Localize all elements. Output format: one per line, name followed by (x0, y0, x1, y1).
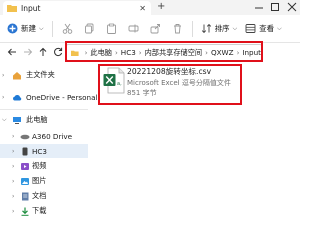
sidebar-item-videos[interactable]: › 视频 (0, 159, 88, 173)
maximize-icon[interactable] (270, 2, 280, 12)
tab-title: Input (21, 3, 41, 13)
drive-icon (20, 134, 30, 139)
sidebar-item-label: 主文件夹 (26, 70, 55, 79)
documents-icon (22, 192, 29, 200)
address-row: › 此电脑 › HC3 › 内部共享存储空间 › QXWZ › Input (0, 43, 300, 63)
sidebar-item-label: 图片 (32, 176, 47, 185)
forward-icon[interactable] (23, 47, 33, 57)
sidebar-item-home[interactable]: › 主文件夹 (0, 68, 88, 82)
share-icon[interactable] (150, 23, 161, 34)
chevron-right-icon: › (236, 48, 240, 57)
chevron-right-icon: › (12, 147, 15, 155)
sidebar-item-label: 下载 (32, 206, 47, 215)
chevron-right-icon: › (2, 93, 5, 101)
copy-icon[interactable] (84, 23, 95, 34)
new-label: 新建 (21, 24, 36, 33)
breadcrumb-input[interactable]: Input (242, 48, 261, 57)
downloads-icon (21, 207, 29, 216)
pictures-icon (21, 177, 29, 185)
chevron-right-icon: › (205, 48, 208, 57)
add-icon (7, 23, 18, 34)
chevron-right-icon: › (84, 48, 88, 57)
title-bar: Input ✕ + (0, 0, 300, 15)
navigation-pane: › 主文件夹 › OneDrive - Personal ⌵ 此电脑 › A36… (0, 63, 98, 245)
minimize-icon[interactable] (254, 2, 264, 12)
computer-icon (13, 116, 21, 124)
tab-close-icon[interactable]: ✕ (139, 4, 146, 13)
file-type: Microsoft Excel 逗号分隔值文件 (127, 79, 231, 87)
up-icon[interactable] (38, 47, 48, 57)
chevron-right-icon: › (12, 192, 15, 200)
command-bar: 新建 ⌵ 排序 ⌵ 查看 ⌵ (0, 15, 300, 43)
sort-button[interactable]: 排序 ⌵ (201, 19, 238, 39)
chevron-down-icon: ⌵ (232, 24, 238, 32)
chevron-right-icon: › (114, 48, 118, 57)
svg-text:a,: a, (117, 81, 122, 87)
file-name: 20221208旋转坐标.csv (127, 67, 212, 76)
sidebar-item-hc3[interactable]: › HC3 (0, 144, 88, 158)
phone-icon (22, 147, 28, 155)
chevron-down-icon: ⌵ (277, 24, 282, 32)
sidebar-item-label: 此电脑 (26, 115, 48, 124)
tab-input[interactable]: Input ✕ (3, 1, 151, 15)
chevron-down-icon: ⌵ (39, 24, 44, 32)
folder-icon (71, 50, 79, 56)
delete-icon[interactable] (172, 23, 183, 34)
back-icon[interactable] (7, 47, 17, 57)
sidebar-item-onedrive[interactable]: › OneDrive - Personal (0, 90, 98, 104)
sidebar-item-pictures[interactable]: › 图片 (0, 174, 88, 188)
chevron-right-icon: › (12, 177, 15, 185)
file-size: 851 字节 (127, 89, 157, 97)
paste-icon[interactable] (106, 23, 117, 34)
breadcrumb-hc3[interactable]: HC3 (121, 48, 136, 57)
sidebar-item-label: 视频 (32, 161, 47, 170)
cloud-icon (13, 94, 22, 100)
sort-label: 排序 (214, 24, 230, 33)
sidebar-item-documents[interactable]: › 文档 (0, 189, 88, 203)
sidebar-item-this-pc[interactable]: ⌵ 此电脑 (0, 113, 88, 127)
sidebar-item-label: A360 Drive (32, 131, 73, 141)
excel-csv-icon: a, (103, 67, 125, 94)
chevron-right-icon: › (138, 48, 142, 57)
breadcrumb-qxwz[interactable]: QXWZ (211, 48, 234, 57)
folder-icon (7, 5, 17, 12)
view-icon (245, 24, 256, 33)
cut-icon[interactable] (62, 23, 73, 34)
close-window-icon[interactable] (287, 2, 297, 12)
divider (191, 20, 193, 37)
sidebar-item-label: HC3 (32, 146, 47, 156)
view-button[interactable]: 查看 ⌵ (245, 19, 282, 39)
chevron-down-icon: ⌵ (2, 116, 7, 123)
chevron-right-icon: › (12, 162, 15, 170)
sidebar-item-a360-drive[interactable]: › A360 Drive (0, 129, 88, 143)
sidebar-item-label: 文档 (32, 191, 47, 200)
view-label: 查看 (259, 24, 275, 33)
video-icon (21, 162, 29, 170)
chevron-right-icon: › (12, 207, 15, 215)
divider (0, 109, 88, 110)
home-icon (13, 71, 21, 79)
sidebar-item-downloads[interactable]: › 下载 (0, 204, 88, 218)
address-bar[interactable]: › 此电脑 › HC3 › 内部共享存储空间 › QXWZ › Input (66, 44, 262, 61)
new-button[interactable]: 新建 ⌵ (7, 19, 44, 39)
rename-icon[interactable] (128, 23, 139, 34)
sidebar-item-label: OneDrive - Personal (26, 92, 98, 102)
breadcrumb-this-pc[interactable]: 此电脑 (90, 48, 112, 58)
new-tab-button[interactable]: + (157, 1, 165, 12)
chevron-right-icon: › (2, 71, 5, 79)
refresh-icon[interactable] (53, 47, 63, 57)
chevron-right-icon: › (12, 132, 15, 140)
breadcrumb-internal-storage[interactable]: 内部共享存储空间 (145, 48, 203, 58)
sort-icon (201, 23, 211, 34)
divider (51, 20, 53, 37)
